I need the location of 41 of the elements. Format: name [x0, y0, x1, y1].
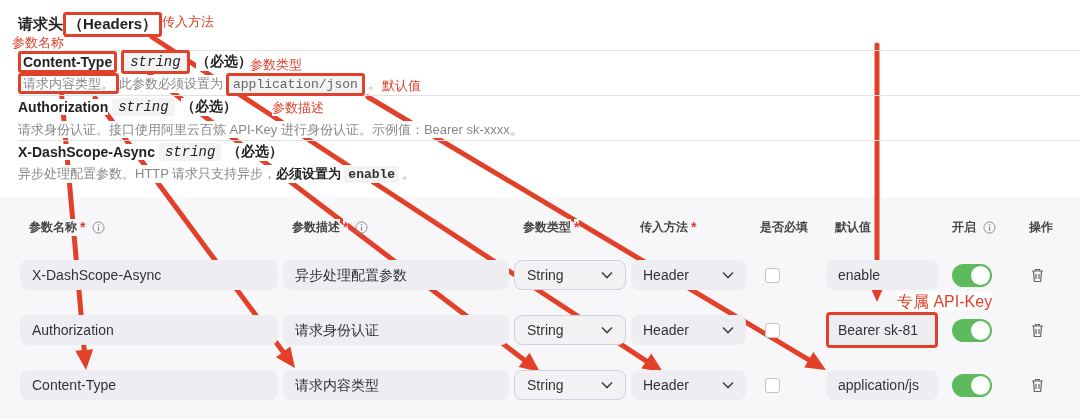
type-select[interactable]: String	[514, 315, 626, 345]
section-title: 请求头	[18, 14, 63, 34]
name-input[interactable]: Authorization	[20, 315, 278, 345]
type-select[interactable]: String	[514, 370, 626, 400]
method-select[interactable]: Header	[631, 315, 746, 345]
chevron-icon	[601, 381, 613, 389]
chevron-icon	[722, 326, 734, 334]
annotation-label: 专属 API-Key	[897, 292, 993, 311]
name-input[interactable]: X-DashScope-Async	[20, 260, 278, 290]
annotation-label: 参数类型	[250, 57, 302, 73]
default-input[interactable]: enable	[826, 260, 938, 290]
type-select[interactable]: String	[514, 260, 626, 290]
name-input[interactable]: Content-Type	[20, 370, 278, 400]
param-name: Content-Type	[18, 51, 118, 73]
section-title-note: （Headers）	[63, 11, 163, 37]
param-type: string	[112, 98, 175, 116]
chevron-icon	[601, 326, 613, 334]
trash-icon[interactable]	[1031, 322, 1044, 338]
method-select[interactable]: Header	[631, 370, 746, 400]
method-select[interactable]: Header	[631, 260, 746, 290]
info-icon[interactable]	[355, 220, 369, 234]
description-input[interactable]: 异步处理配置参数	[283, 260, 509, 290]
param-name: Authorization	[18, 99, 109, 115]
trash-icon[interactable]	[1031, 377, 1044, 393]
chevron-icon	[722, 271, 734, 279]
trash-icon[interactable]	[1031, 267, 1044, 283]
param-type: string	[158, 143, 222, 161]
annotation-label: 参数描述	[272, 100, 324, 116]
param-name: X-DashScope-Async	[18, 144, 155, 160]
param-type: string	[121, 50, 190, 74]
default-input[interactable]: Bearer sk-81	[826, 312, 938, 348]
annotation-label: 默认值	[382, 78, 421, 94]
description-input[interactable]: 请求内容类型	[283, 370, 509, 400]
chevron-icon	[722, 381, 734, 389]
description-input[interactable]: 请求身份认证	[283, 315, 509, 345]
default-input[interactable]: application/js	[826, 370, 938, 400]
chevron-icon	[601, 271, 613, 279]
annotation-label: 传入方法	[162, 14, 214, 30]
info-icon[interactable]	[983, 220, 996, 234]
info-icon[interactable]	[92, 220, 106, 234]
annotation-label: 参数名称	[12, 35, 64, 51]
